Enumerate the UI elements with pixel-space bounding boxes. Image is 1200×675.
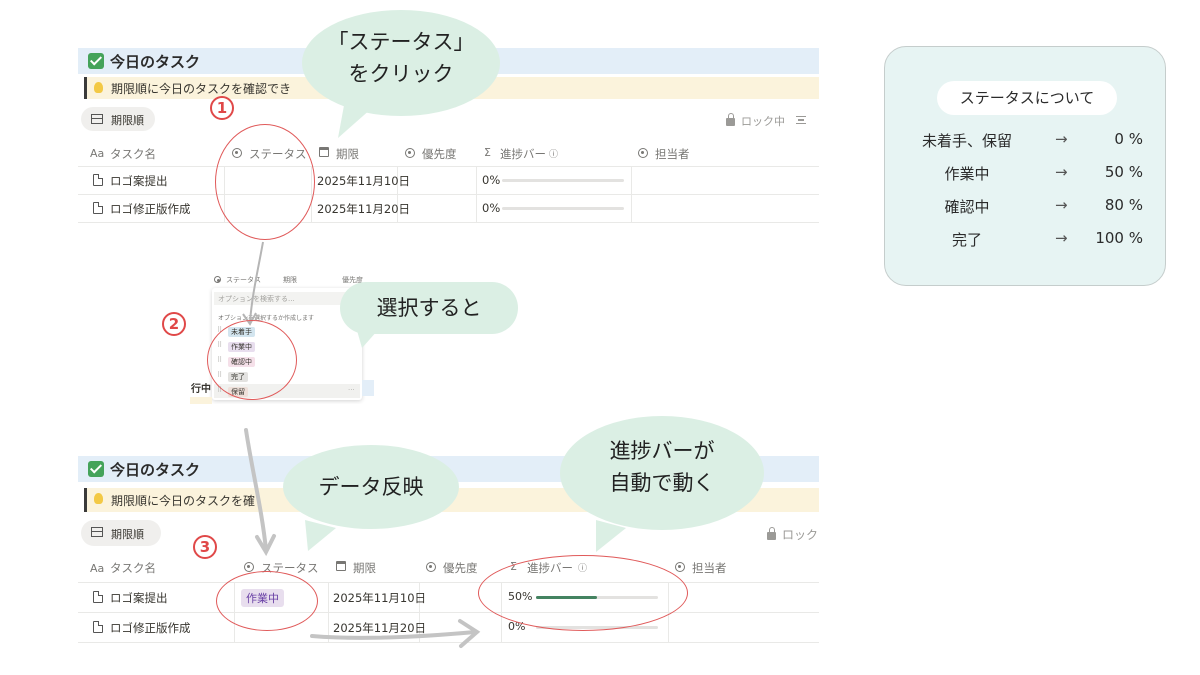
status-type-icon xyxy=(214,276,221,283)
view-tab-label: 期限順 xyxy=(111,114,144,127)
checkbox-icon xyxy=(88,461,104,477)
legend-status: 作業中 xyxy=(944,165,990,183)
view-tab-label: 期限順 xyxy=(111,528,144,541)
col-header-assignee[interactable]: 担当者 xyxy=(692,560,727,576)
option-hint: オプションを選択するか作成します xyxy=(218,315,315,322)
arrow-icon: → xyxy=(1055,130,1068,148)
highlight-status-options xyxy=(207,320,297,400)
person-type-icon xyxy=(638,148,648,158)
highlight-status-tag xyxy=(216,571,318,631)
progress-label: 0% xyxy=(482,201,501,215)
page-icon xyxy=(93,621,103,633)
calendar-icon xyxy=(319,147,329,157)
lock-icon xyxy=(726,113,735,126)
page-title: 今日のタスク xyxy=(110,461,201,479)
step-1-badge: 1 xyxy=(210,96,234,120)
dd-col-status[interactable]: ステータス xyxy=(226,275,261,285)
priority-type-icon xyxy=(405,148,415,158)
page-icon xyxy=(93,202,103,214)
task-name[interactable]: ロゴ案提出 xyxy=(110,173,168,189)
text-type-icon: Aa xyxy=(90,562,105,575)
legend-percent: 50 % xyxy=(1104,163,1143,181)
lock-icon xyxy=(767,527,776,540)
step-3-badge: 3 xyxy=(193,535,217,559)
progress-label: 0% xyxy=(482,173,501,187)
col-header-due[interactable]: 期限 xyxy=(336,146,359,162)
page-title: 今日のタスク xyxy=(110,53,201,71)
bubble-progress-line1: 進捗バーが xyxy=(609,439,715,463)
lightbulb-icon xyxy=(94,82,103,93)
highlight-progress-bar xyxy=(478,555,688,631)
arrow-icon: → xyxy=(1055,163,1068,181)
callout-text: 期限順に今日のタスクを確認でき xyxy=(111,82,292,96)
bubble-click-status-line1: 「ステータス」 xyxy=(327,30,475,54)
col-header-due[interactable]: 期限 xyxy=(353,560,376,576)
col-header-task[interactable]: タスク名 xyxy=(110,146,156,162)
person-type-icon xyxy=(675,562,685,572)
arrow-icon: → xyxy=(1055,196,1068,214)
col-header-assignee[interactable]: 担当者 xyxy=(655,146,690,162)
highlight-status-header xyxy=(215,124,315,240)
col-header-progress[interactable]: 進捗バー xyxy=(500,146,546,162)
col-header-priority[interactable]: 優先度 xyxy=(443,560,478,576)
progress-bar xyxy=(502,179,624,182)
bubble-progress-line2: 自動で動く xyxy=(609,471,715,495)
more-icon[interactable]: ··· xyxy=(348,386,355,394)
col-header-priority[interactable]: 優先度 xyxy=(422,146,457,162)
status-type-icon xyxy=(244,562,254,572)
dd-col-due[interactable]: 期限 xyxy=(283,275,297,285)
status-legend: ステータスについて 未着手、保留 → 0 % 作業中 → 50 % 確認中 → … xyxy=(884,46,1166,286)
task-name[interactable]: ロゴ修正版作成 xyxy=(110,201,191,217)
option-search-placeholder: オプションを検索する... xyxy=(218,295,295,303)
table-icon xyxy=(91,527,103,537)
legend-percent: 0 % xyxy=(1114,130,1143,148)
due-date[interactable]: 2025年11月20日 xyxy=(317,201,410,217)
progress-bar xyxy=(502,207,624,210)
legend-status: 未着手、保留 xyxy=(921,132,1012,150)
bubble-select-text: 選択すると xyxy=(376,296,482,320)
bubble-click-status-line2: をクリック xyxy=(348,62,454,86)
legend-percent: 100 % xyxy=(1095,229,1143,247)
due-date[interactable]: 2025年11月10日 xyxy=(333,590,426,606)
priority-type-icon xyxy=(426,562,436,572)
col-header-task[interactable]: タスク名 xyxy=(110,560,156,576)
due-date[interactable]: 2025年11月20日 xyxy=(333,620,426,636)
view-tab-by-due[interactable]: 期限順 xyxy=(81,107,155,131)
info-icon: ⓘ xyxy=(549,150,559,160)
text-type-icon: Aa xyxy=(90,147,105,160)
lock-status: ロック xyxy=(782,528,819,542)
legend-status: 完了 xyxy=(951,231,982,249)
calendar-icon xyxy=(336,561,346,571)
bubble-data-reflect-text: データ反映 xyxy=(318,475,424,499)
checkbox-icon xyxy=(88,53,104,69)
legend-percent: 80 % xyxy=(1104,196,1143,214)
legend-title: ステータスについて xyxy=(937,81,1117,115)
task-name[interactable]: ロゴ案提出 xyxy=(110,590,168,606)
legend-status: 確認中 xyxy=(944,198,990,216)
filter-icon[interactable] xyxy=(796,116,806,124)
background-fragment: 行中 xyxy=(191,384,211,395)
table-icon xyxy=(91,114,103,124)
view-tab-by-due[interactable]: 期限順 xyxy=(81,520,161,546)
callout-text: 期限順に今日のタスクを確 xyxy=(111,494,256,508)
task-name[interactable]: ロゴ修正版作成 xyxy=(110,620,191,636)
due-date[interactable]: 2025年11月10日 xyxy=(317,173,410,189)
lightbulb-icon xyxy=(94,493,103,504)
arrow-icon: → xyxy=(1055,229,1068,247)
page-icon xyxy=(93,591,103,603)
step-2-badge: 2 xyxy=(162,312,186,336)
page-icon xyxy=(93,174,103,186)
lock-status: ロック中 xyxy=(741,115,785,128)
formula-icon: Σ xyxy=(484,146,491,159)
